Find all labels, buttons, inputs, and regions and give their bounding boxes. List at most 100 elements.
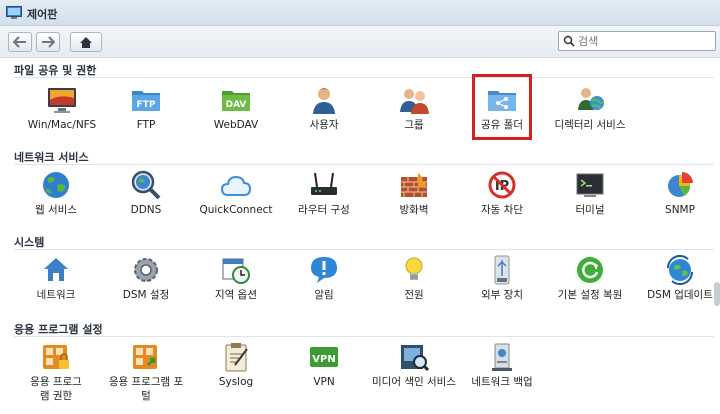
item-app-portal[interactable]: 응용 프로그램 포털: [102, 339, 190, 405]
item-network[interactable]: 네트워크: [12, 252, 100, 318]
item-label: 라우터 구성: [298, 204, 350, 216]
item-router-config[interactable]: 라우터 구성: [280, 167, 368, 233]
section-file-sharing-title: 파일 공유 및 권한: [14, 64, 97, 77]
item-web-service[interactable]: 웹 서비스: [12, 167, 100, 233]
item-label: 터미널: [575, 204, 605, 216]
update-globe-icon: [666, 254, 694, 286]
item-notification[interactable]: 알림: [280, 252, 368, 318]
search-box[interactable]: [558, 31, 716, 51]
item-media-indexing[interactable]: 미디어 색인 서비스: [370, 339, 458, 405]
section-divider: [14, 77, 714, 78]
media-index-icon: [401, 345, 430, 372]
item-label: DSM 업데이트: [647, 289, 713, 301]
item-power[interactable]: 전원: [370, 252, 458, 318]
item-label: 응용 프로그램 포털: [108, 376, 184, 402]
window-title: 제어판: [27, 8, 58, 21]
section-divider: [14, 336, 714, 337]
item-label: SNMP: [665, 204, 695, 216]
item-app-privileges[interactable]: 응용 프로그램 권한: [12, 339, 100, 405]
network-backup-icon: [492, 343, 512, 371]
item-label: DSM 설정: [122, 289, 170, 301]
item-label: 그룹: [404, 119, 424, 131]
item-label: FTP: [136, 119, 156, 131]
item-auto-block[interactable]: IP 자동 차단: [458, 167, 546, 233]
dav-folder-icon: DAV: [222, 91, 250, 111]
item-ftp[interactable]: FTP FTP: [102, 82, 190, 148]
item-win-mac-nfs[interactable]: Win/Mac/NFS: [18, 82, 106, 148]
back-button[interactable]: [8, 32, 32, 52]
item-restore-defaults[interactable]: 기본 설정 복원: [546, 252, 634, 318]
item-label: 알림: [314, 289, 334, 301]
item-external-devices[interactable]: 외부 장치: [458, 252, 546, 318]
item-label: 외부 장치: [481, 289, 523, 301]
item-label: WebDAV: [213, 119, 259, 131]
item-label: Win/Mac/NFS: [27, 119, 97, 131]
window-titlebar: 제어판: [0, 0, 720, 26]
app-portal-icon: [133, 345, 157, 369]
item-label: 미디어 색인 서비스: [372, 376, 456, 388]
item-quickconnect[interactable]: QuickConnect: [192, 167, 280, 233]
item-webdav[interactable]: DAV WebDAV: [192, 82, 280, 148]
item-group[interactable]: 그룹: [370, 82, 458, 148]
cloud-icon: [220, 175, 252, 196]
item-label: Syslog: [218, 376, 254, 388]
item-dsm-update[interactable]: DSM 업데이트: [636, 252, 720, 318]
item-label: 네트워크: [36, 289, 76, 301]
selection-highlight: [472, 74, 532, 140]
lightbulb-icon: [405, 257, 423, 280]
section-system-title: 시스템: [14, 236, 45, 249]
block-icon: IP: [488, 171, 516, 199]
gear-icon: [134, 258, 158, 282]
item-directory-service[interactable]: 디렉터리 서비스: [546, 82, 634, 148]
home-button[interactable]: [70, 32, 102, 52]
restore-icon: [577, 257, 603, 283]
network-house-icon: [44, 258, 68, 281]
syslog-clipboard-icon: [225, 343, 248, 372]
item-ddns[interactable]: DDNS: [102, 167, 190, 233]
firewall-icon: [401, 173, 427, 197]
magnifier-globe-icon: [131, 170, 161, 200]
home-icon: [80, 36, 92, 48]
app-privilege-icon: [43, 345, 69, 369]
item-label: 사용자: [309, 119, 339, 131]
item-vpn[interactable]: VPN VPN: [280, 339, 368, 405]
item-dsm-settings[interactable]: DSM 설정: [102, 252, 190, 318]
user-icon: [313, 88, 335, 114]
item-label: 기본 설정 복원: [557, 289, 623, 301]
arrow-right-icon: [42, 36, 55, 48]
item-snmp[interactable]: SNMP: [636, 167, 720, 233]
svg-text:VPN: VPN: [312, 354, 335, 365]
calendar-clock-icon: [222, 258, 250, 284]
forward-button[interactable]: [36, 32, 60, 52]
item-label: 웹 서비스: [35, 204, 77, 216]
router-icon: [311, 172, 337, 195]
vpn-icon: VPN: [310, 347, 338, 367]
item-label: 지역 옵션: [215, 289, 257, 301]
item-regional-options[interactable]: 지역 옵션: [192, 252, 280, 318]
directory-service-icon: [578, 88, 604, 110]
item-label: 자동 차단: [481, 204, 523, 216]
section-network-services-title: 네트워크 서비스: [14, 151, 89, 164]
item-label: QuickConnect: [199, 204, 273, 216]
item-user[interactable]: 사용자: [280, 82, 368, 148]
item-firewall[interactable]: 방화벽: [370, 167, 458, 233]
usb-drive-icon: [494, 255, 510, 285]
item-label: 전원: [404, 289, 424, 301]
item-network-backup[interactable]: 네트워크 백업: [458, 339, 546, 405]
arrow-left-icon: [13, 36, 26, 48]
item-syslog[interactable]: Syslog: [192, 339, 280, 405]
pie-chart-icon: [668, 172, 693, 197]
item-label: 응용 프로그램 권한: [30, 376, 82, 402]
globe-icon: [43, 172, 69, 198]
item-label: 디렉터리 서비스: [554, 119, 626, 131]
svg-text:FTP: FTP: [137, 100, 156, 110]
scrollbar-thumb[interactable]: [714, 282, 720, 306]
item-terminal[interactable]: 터미널: [546, 167, 634, 233]
search-input[interactable]: [578, 33, 712, 49]
terminal-icon: [576, 173, 604, 197]
section-application-settings-title: 응용 프로그램 설정: [14, 323, 103, 336]
notification-bubble-icon: [311, 257, 337, 283]
search-icon: [563, 35, 575, 47]
section-divider: [14, 164, 714, 165]
control-panel-icon: [6, 6, 22, 19]
